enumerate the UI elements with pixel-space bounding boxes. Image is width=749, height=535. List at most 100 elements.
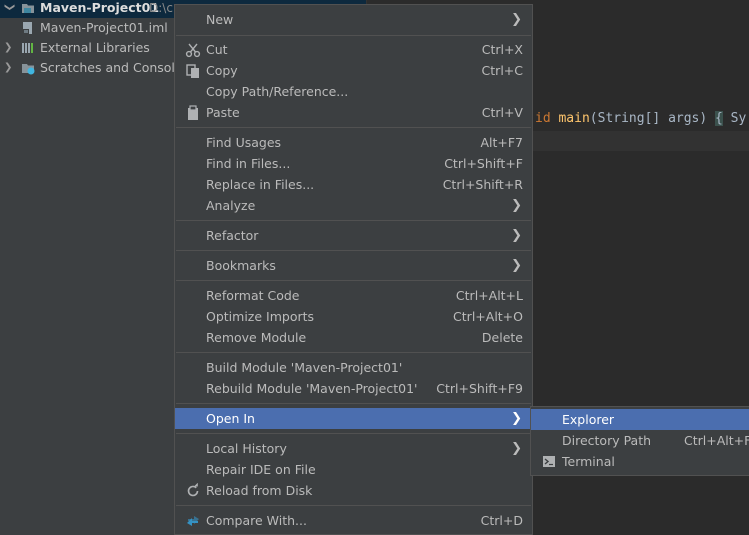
submenu-arrow-icon: ❯ — [511, 258, 522, 273]
tree-item-path: D:\c — [149, 1, 173, 15]
menu-item-shortcut: Ctrl+C — [481, 63, 523, 78]
menu-item-label: Cut — [206, 42, 228, 57]
code-method-name: main — [558, 111, 590, 126]
menu-item-find-usages[interactable]: Find Usages Alt+F7 — [175, 132, 532, 153]
clipboard-icon — [188, 105, 198, 120]
menu-item-label: Replace in Files... — [206, 177, 315, 192]
menu-item-shortcut: Ctrl+D — [480, 513, 523, 528]
menu-item-replace-in-files[interactable]: Replace in Files... Ctrl+Shift+R — [175, 174, 532, 195]
tree-item-label: Maven-Project01 — [40, 0, 160, 15]
submenu-arrow-icon: ❯ — [511, 411, 522, 426]
menu-item-label: New — [206, 12, 234, 27]
expand-arrow-icon[interactable]: ❯ — [0, 3, 19, 13]
menu-item-paste[interactable]: Paste Ctrl+V — [175, 102, 532, 123]
menu-separator — [176, 250, 531, 251]
menu-item-label: Remove Module — [206, 330, 307, 345]
expand-arrow-icon[interactable]: ❯ — [4, 38, 14, 58]
folder-icon — [22, 4, 34, 13]
menu-item-cut[interactable]: Cut Ctrl+X — [175, 39, 532, 60]
menu-item-shortcut: Delete — [481, 330, 523, 345]
menu-item-optimize-imports[interactable]: Optimize Imports Ctrl+Alt+O — [175, 306, 532, 327]
menu-item-shortcut: Ctrl+Alt+L — [455, 288, 523, 303]
menu-item-reformat-code[interactable]: Reformat Code Ctrl+Alt+L — [175, 285, 532, 306]
menu-item-rebuild-module[interactable]: Rebuild Module 'Maven-Project01' Ctrl+Sh… — [175, 378, 532, 399]
menu-item-label: Open In — [206, 411, 255, 426]
menu-separator — [176, 433, 531, 434]
submenu-arrow-icon: ❯ — [511, 228, 522, 243]
library-icon — [22, 43, 33, 53]
code-tail: Sy — [722, 111, 747, 126]
menu-item-label: Refactor — [206, 228, 259, 243]
submenu-arrow-icon: ❯ — [511, 198, 522, 213]
submenu-arrow-icon: ❯ — [511, 441, 522, 456]
menu-item-label: Terminal — [562, 454, 615, 469]
menu-item-label: Optimize Imports — [206, 309, 315, 324]
menu-item-label: Compare With... — [206, 513, 307, 528]
tree-item-label: Scratches and Consoles — [40, 60, 190, 75]
code-params: (String[] args) — [589, 111, 716, 126]
menu-separator — [176, 127, 531, 128]
menu-item-label: Directory Path — [562, 433, 652, 448]
menu-item-refactor[interactable]: Refactor ❯ — [175, 225, 532, 246]
submenu-item-explorer[interactable]: Explorer — [531, 409, 749, 430]
expand-arrow-icon[interactable]: ❯ — [4, 58, 14, 78]
menu-item-label: Build Module 'Maven-Project01' — [206, 360, 403, 375]
menu-item-compare-with[interactable]: Compare With... Ctrl+D — [175, 510, 532, 531]
menu-item-label: Rebuild Module 'Maven-Project01' — [206, 381, 418, 396]
menu-separator — [176, 352, 531, 353]
menu-item-label: Find Usages — [206, 135, 282, 150]
menu-item-open-in[interactable]: Open In ❯ — [175, 408, 532, 429]
menu-separator — [176, 280, 531, 281]
scissors-icon — [185, 43, 201, 58]
menu-item-bookmarks[interactable]: Bookmarks ❯ — [175, 255, 532, 276]
menu-item-label: Explorer — [562, 412, 615, 427]
menu-item-label: Copy Path/Reference... — [206, 84, 349, 99]
menu-item-shortcut: Ctrl+V — [481, 105, 523, 120]
menu-item-local-history[interactable]: Local History ❯ — [175, 438, 532, 459]
menu-item-find-in-files[interactable]: Find in Files... Ctrl+Shift+F — [175, 153, 532, 174]
code-line[interactable]: id main(String[] args) { Sy — [535, 109, 746, 129]
submenu-item-directory-path[interactable]: Directory Path Ctrl+Alt+F12 — [531, 430, 749, 451]
menu-item-repair-ide[interactable]: Repair IDE on File — [175, 459, 532, 480]
menu-item-label: Paste — [206, 105, 240, 120]
menu-item-shortcut: Ctrl+Alt+O — [453, 309, 523, 324]
tree-item-label: Maven-Project01.iml — [40, 20, 168, 35]
menu-item-build-module[interactable]: Build Module 'Maven-Project01' — [175, 357, 532, 378]
submenu-item-terminal[interactable]: Terminal — [531, 451, 749, 472]
menu-item-label: Reload from Disk — [206, 483, 313, 498]
menu-item-copy-path[interactable]: Copy Path/Reference... — [175, 81, 532, 102]
menu-separator — [176, 35, 531, 36]
menu-item-remove-module[interactable]: Remove Module Delete — [175, 327, 532, 348]
menu-item-label: Repair IDE on File — [206, 462, 316, 477]
menu-item-analyze[interactable]: Analyze ❯ — [175, 195, 532, 216]
tree-item-label: External Libraries — [40, 40, 150, 55]
menu-item-shortcut: Ctrl+Shift+F — [444, 156, 523, 171]
menu-item-shortcut: Ctrl+Shift+F9 — [436, 381, 523, 396]
menu-item-label: Bookmarks — [206, 258, 276, 273]
menu-item-label: Find in Files... — [206, 156, 291, 171]
compare-icon — [187, 516, 199, 526]
copy-icon — [186, 64, 199, 78]
menu-item-label: Local History — [206, 441, 287, 456]
menu-item-shortcut: Ctrl+Alt+F12 — [684, 433, 749, 448]
menu-item-label: Analyze — [206, 198, 256, 213]
context-menu: New ❯ Cut Ctrl+X Copy Ctrl+C Copy Path/R… — [174, 4, 533, 535]
menu-item-shortcut: Ctrl+X — [481, 42, 523, 57]
menu-separator — [176, 220, 531, 221]
code-keyword: id — [535, 111, 551, 126]
scratches-icon — [22, 64, 35, 75]
menu-item-shortcut: Alt+F7 — [480, 135, 523, 150]
code-brace: { — [715, 111, 723, 126]
reload-icon — [187, 483, 199, 497]
menu-item-reload-from-disk[interactable]: Reload from Disk — [175, 480, 532, 501]
submenu-arrow-icon: ❯ — [511, 12, 522, 27]
module-file-icon — [23, 22, 32, 34]
menu-item-label: Copy — [206, 63, 238, 78]
open-in-submenu: Explorer Directory Path Ctrl+Alt+F12 Ter… — [530, 406, 749, 476]
menu-separator — [176, 403, 531, 404]
menu-item-copy[interactable]: Copy Ctrl+C — [175, 60, 532, 81]
terminal-icon — [543, 456, 555, 467]
menu-separator — [176, 505, 531, 506]
menu-item-new[interactable]: New ❯ — [175, 9, 532, 30]
menu-item-label: Reformat Code — [206, 288, 300, 303]
